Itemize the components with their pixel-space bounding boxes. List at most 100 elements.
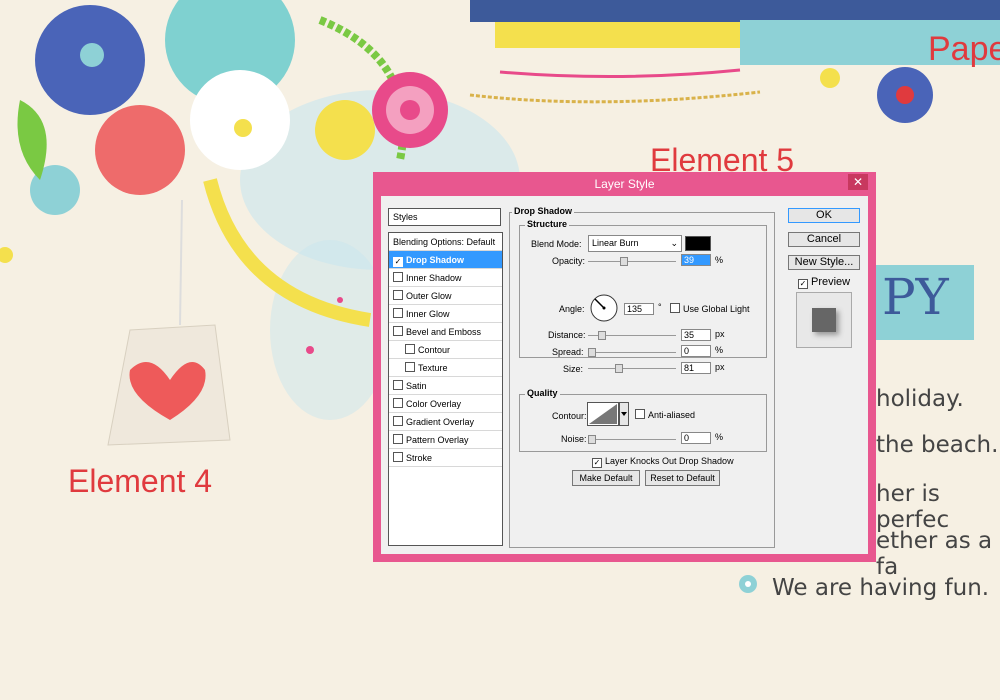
size-slider[interactable] bbox=[588, 364, 676, 373]
structure-title: Structure bbox=[525, 219, 570, 229]
style-item[interactable]: Satin bbox=[389, 377, 502, 395]
style-item[interactable]: Gradient Overlay bbox=[389, 413, 502, 431]
distance-input[interactable]: 35 bbox=[681, 329, 711, 341]
style-item[interactable]: Inner Glow bbox=[389, 305, 502, 323]
new-style-button[interactable]: New Style... bbox=[788, 255, 860, 270]
dialog-title[interactable]: Layer Style bbox=[373, 172, 876, 196]
style-item-checkbox[interactable] bbox=[393, 416, 403, 426]
style-item[interactable]: Texture bbox=[389, 359, 502, 377]
opacity-label: Opacity: bbox=[552, 256, 586, 266]
angle-unit: ° bbox=[658, 302, 662, 312]
use-global-light-label: Use Global Light bbox=[683, 304, 750, 314]
style-item-checkbox[interactable] bbox=[393, 308, 403, 318]
style-item-label: Satin bbox=[406, 381, 427, 391]
style-item[interactable]: Color Overlay bbox=[389, 395, 502, 413]
anti-aliased-check[interactable] bbox=[635, 409, 645, 419]
style-item-label: Stroke bbox=[406, 453, 433, 463]
journal-line-5: We are having fun. bbox=[772, 575, 990, 601]
noise-unit: % bbox=[715, 432, 724, 442]
distance-unit: px bbox=[715, 329, 725, 339]
size-label: Size: bbox=[563, 364, 584, 374]
style-item-label: Inner Shadow bbox=[406, 273, 462, 283]
style-item-label: Pattern Overlay bbox=[406, 435, 469, 445]
noise-input[interactable]: 0 bbox=[681, 432, 711, 444]
style-item-label: Gradient Overlay bbox=[406, 417, 475, 427]
style-item[interactable]: ✓ Drop Shadow bbox=[389, 251, 502, 269]
style-item-label: Contour bbox=[418, 345, 451, 355]
anti-aliased-checkbox[interactable]: Anti-aliased bbox=[635, 409, 695, 420]
size-unit: px bbox=[715, 362, 725, 372]
quality-title: Quality bbox=[525, 388, 560, 398]
blend-mode-value: Linear Burn bbox=[592, 238, 639, 248]
journal-line-1: holiday. bbox=[876, 386, 964, 412]
contour-label: Contour: bbox=[552, 411, 587, 421]
style-item-checkbox[interactable] bbox=[393, 272, 403, 282]
preview-check[interactable]: ✓ bbox=[798, 279, 808, 289]
noise-label: Noise: bbox=[561, 434, 587, 444]
opacity-unit: % bbox=[715, 255, 724, 265]
style-item-checkbox[interactable]: ✓ bbox=[393, 257, 403, 267]
opacity-slider[interactable] bbox=[588, 257, 676, 266]
noise-slider[interactable] bbox=[588, 435, 676, 444]
styles-list: Blending Options: Default ✓ Drop Shadow Inn… bbox=[388, 232, 503, 546]
drop-shadow-title: Drop Shadow bbox=[512, 206, 574, 216]
style-item-label: Outer Glow bbox=[406, 291, 452, 301]
angle-dial[interactable] bbox=[589, 293, 619, 323]
anti-aliased-label: Anti-aliased bbox=[648, 410, 696, 420]
size-input[interactable]: 81 bbox=[681, 362, 711, 374]
element-4-label: Element 4 bbox=[68, 463, 213, 499]
spread-label: Spread: bbox=[552, 347, 584, 357]
shadow-color-swatch[interactable] bbox=[685, 236, 711, 251]
preview-thumbnail bbox=[796, 292, 852, 348]
make-default-button[interactable]: Make Default bbox=[572, 470, 640, 486]
spread-slider[interactable] bbox=[588, 348, 676, 357]
style-item-label: Blending Options: Default bbox=[393, 237, 496, 247]
use-global-light-check[interactable] bbox=[670, 303, 680, 313]
style-item-checkbox[interactable] bbox=[393, 380, 403, 390]
spread-slider-thumb[interactable] bbox=[588, 348, 596, 357]
style-item-label: Inner Glow bbox=[406, 309, 450, 319]
opacity-input[interactable]: 39 bbox=[681, 254, 711, 266]
quality-group bbox=[519, 394, 767, 452]
style-item[interactable]: Pattern Overlay bbox=[389, 431, 502, 449]
style-item[interactable]: Outer Glow bbox=[389, 287, 502, 305]
dialog-client: Styles Blending Options: Default ✓ Drop Sh… bbox=[381, 196, 868, 554]
blend-mode-select[interactable]: Linear Burn ⌄ bbox=[588, 235, 682, 252]
spread-input[interactable]: 0 bbox=[681, 345, 711, 357]
style-item-checkbox[interactable] bbox=[393, 452, 403, 462]
distance-slider[interactable] bbox=[588, 331, 676, 340]
style-item[interactable]: Blending Options: Default bbox=[389, 233, 502, 251]
preview-label: Preview bbox=[811, 276, 851, 288]
contour-picker[interactable] bbox=[587, 402, 629, 426]
angle-input[interactable]: 135 bbox=[624, 303, 654, 315]
preview-checkbox[interactable]: ✓ Preview bbox=[798, 276, 850, 289]
use-global-light-checkbox[interactable]: Use Global Light bbox=[670, 303, 750, 314]
distance-label: Distance: bbox=[548, 330, 586, 340]
style-item-checkbox[interactable] bbox=[393, 290, 403, 300]
cancel-button[interactable]: Cancel bbox=[788, 232, 860, 247]
noise-slider-thumb[interactable] bbox=[588, 435, 596, 444]
style-item[interactable]: Inner Shadow bbox=[389, 269, 502, 287]
style-item-checkbox[interactable] bbox=[393, 434, 403, 444]
styles-header[interactable]: Styles bbox=[388, 208, 501, 226]
style-item-checkbox[interactable] bbox=[405, 362, 415, 372]
knocks-out-checkbox[interactable]: ✓ Layer Knocks Out Drop Shadow bbox=[592, 456, 734, 468]
style-item-checkbox[interactable] bbox=[405, 344, 415, 354]
close-icon[interactable]: ✕ bbox=[848, 174, 868, 190]
size-slider-thumb[interactable] bbox=[615, 364, 624, 373]
happy-banner-text: PY bbox=[882, 268, 949, 326]
opacity-slider-thumb[interactable] bbox=[619, 257, 628, 266]
ok-button[interactable]: OK bbox=[788, 208, 860, 223]
angle-label: Angle: bbox=[559, 304, 585, 314]
knocks-out-check[interactable]: ✓ bbox=[592, 458, 602, 468]
chevron-down-icon: ⌄ bbox=[670, 238, 678, 248]
style-item-label: Drop Shadow bbox=[406, 255, 464, 265]
reset-default-button[interactable]: Reset to Default bbox=[645, 470, 720, 486]
distance-slider-thumb[interactable] bbox=[597, 331, 606, 340]
style-item[interactable]: Bevel and Emboss bbox=[389, 323, 502, 341]
style-item-checkbox[interactable] bbox=[393, 398, 403, 408]
style-item[interactable]: Stroke bbox=[389, 449, 502, 467]
style-item[interactable]: Contour bbox=[389, 341, 502, 359]
journal-line-3: her is perfec bbox=[876, 481, 950, 533]
style-item-checkbox[interactable] bbox=[393, 326, 403, 336]
